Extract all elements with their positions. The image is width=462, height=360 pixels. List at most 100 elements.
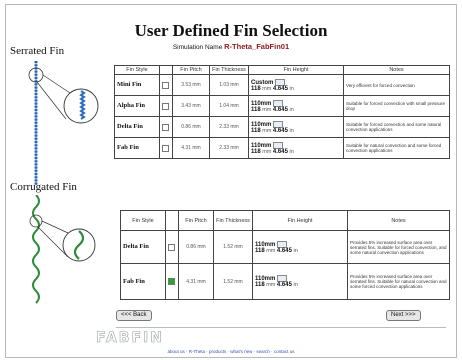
next-button[interactable]: Next >>> xyxy=(386,310,421,321)
col-fin-pitch: Fin Pitch xyxy=(178,210,214,231)
fin-pitch-value: 0.86 mm xyxy=(172,116,210,138)
page-title: User Defined Fin Selection xyxy=(134,21,328,40)
fin-height-cell: 110mm 118 mm 4.645 in xyxy=(248,116,344,138)
unit-in: in xyxy=(289,85,294,92)
fin-height-mm: 118 xyxy=(251,106,261,113)
unit-mm: mm xyxy=(262,85,272,92)
fin-height-in: 4.645 xyxy=(276,247,292,254)
fin-height-select[interactable] xyxy=(276,240,287,248)
fin-style-name: Alpha Fin xyxy=(114,95,160,117)
unit-mm: mm xyxy=(262,148,272,155)
unit-mm: mm xyxy=(266,247,276,254)
unit-in: in xyxy=(289,127,294,134)
fin-pitch-value: 0.86 mm xyxy=(178,230,214,264)
fin-height-cell: 110mm 118 mm 4.645 in xyxy=(252,230,348,264)
fin-select-cell xyxy=(165,230,179,264)
col-fin-height: Fin Height xyxy=(252,210,348,231)
fin-checkbox[interactable] xyxy=(162,123,169,131)
fin-height-in: 4.645 xyxy=(272,127,288,134)
fabfin-logo: FABFIN xyxy=(96,330,164,347)
fin-height-mm: 118 xyxy=(251,127,261,134)
col-fin-thickness: Fin Thickness xyxy=(209,65,249,75)
table-header-row: Fin Style Fin Pitch Fin Thickness Fin He… xyxy=(120,210,450,231)
table-header-row: Fin Style Fin Pitch Fin Thickness Fin He… xyxy=(114,65,450,75)
fin-checkbox[interactable] xyxy=(168,243,175,251)
unit-mm: mm xyxy=(262,127,272,134)
simulation-name-value: R-Theta_FabFin01 xyxy=(224,42,290,51)
fin-height-mm: 118 xyxy=(255,282,265,288)
serrated-fin-illustration xyxy=(28,61,99,185)
fin-notes: Suitable for forced convection with smal… xyxy=(343,95,450,117)
fin-style-name: Mini Fin xyxy=(114,74,160,96)
fin-height-mm: 118 xyxy=(251,85,261,92)
footer-links[interactable]: about us · R-Theta · products · what's n… xyxy=(6,349,456,354)
fin-height-select[interactable] xyxy=(276,275,287,282)
table-row: Delta Fin 0.86 mm 2.33 mm 110mm 118 mm 4… xyxy=(114,116,450,138)
fin-height-select[interactable] xyxy=(272,99,283,107)
table-row: Fab Fin 4.31 mm 1.52 mm 110mm 118 mm 4.6… xyxy=(120,263,450,300)
fin-height-in: 4.645 xyxy=(272,85,288,92)
fin-height-cell: 110mm 118 mm 4.645 in xyxy=(248,95,344,117)
serrated-fin-heading: Serrated Fin xyxy=(10,45,65,57)
fin-height-cell: 110mm 118 mm 4.645 in xyxy=(248,137,344,159)
fin-height-select[interactable] xyxy=(274,78,285,86)
col-notes: Notes xyxy=(343,65,450,75)
fin-pitch-value: 3.43 mm xyxy=(172,95,210,117)
fin-checkbox[interactable] xyxy=(162,144,169,152)
fin-height-in: 4.645 xyxy=(276,282,292,288)
unit-mm: mm xyxy=(266,282,276,288)
fin-style-name: Fab Fin xyxy=(114,137,160,159)
fin-pitch-value: 4.31 mm xyxy=(178,263,214,300)
fin-height-select[interactable] xyxy=(272,141,283,149)
fin-notes: Provides 5% increased surface area over … xyxy=(347,230,450,264)
table-row: Delta Fin 0.86 mm 1.52 mm 110mm 118 mm 4… xyxy=(120,230,450,264)
fin-checkbox-checked[interactable] xyxy=(168,278,175,285)
fin-height-in: 4.645 xyxy=(272,148,288,155)
fin-select-cell xyxy=(159,74,173,96)
fin-height-mm: 118 xyxy=(255,247,265,254)
col-select xyxy=(165,210,179,231)
unit-in: in xyxy=(289,106,294,113)
fin-select-cell xyxy=(159,95,173,117)
corrugated-fin-illustration xyxy=(29,195,96,304)
fin-pitch-value: 4.31 mm xyxy=(172,137,210,159)
fin-select-cell xyxy=(159,116,173,138)
fin-select-cell xyxy=(165,263,179,300)
corrugated-fin-table: Fin Style Fin Pitch Fin Thickness Fin He… xyxy=(120,210,450,300)
fin-checkbox[interactable] xyxy=(162,81,169,89)
table-row: Alpha Fin 3.43 mm 1.04 mm 110mm 118 mm 4… xyxy=(114,95,450,117)
fin-notes: Very efficient for forced convection xyxy=(343,74,450,96)
divider xyxy=(116,327,446,328)
corrugated-fin-heading: Corrugated Fin xyxy=(10,181,77,193)
fin-thickness-value: 1.52 mm xyxy=(213,263,253,300)
simulation-name-line: Simulation Name R-Theta_FabFin01 xyxy=(6,42,456,51)
fin-height-mm: 118 xyxy=(251,148,261,155)
fin-thickness-value: 2.33 mm xyxy=(209,116,249,138)
fin-pitch-value: 3.53 mm xyxy=(172,74,210,96)
simulation-name-label: Simulation Name xyxy=(172,44,223,51)
unit-in: in xyxy=(293,247,298,254)
fin-notes: Suitable for natural convection and some… xyxy=(343,137,450,159)
unit-in: in xyxy=(289,148,294,155)
fin-style-name: Fab Fin xyxy=(120,263,166,300)
page-frame: User Defined Fin Selection Simulation Na… xyxy=(5,4,457,358)
fin-style-name: Delta Fin xyxy=(120,230,166,264)
col-fin-style: Fin Style xyxy=(114,65,160,75)
col-fin-style: Fin Style xyxy=(120,210,166,231)
unit-in: in xyxy=(293,282,298,288)
fin-notes: Suitable for forced convection and some … xyxy=(343,116,450,138)
table-row: Mini Fin 3.53 mm 1.03 mm Custom 118 mm 4… xyxy=(114,74,450,96)
table-row: Fab Fin 4.31 mm 2.33 mm 110mm 118 mm 4.6… xyxy=(114,137,450,159)
serrated-fin-table: Fin Style Fin Pitch Fin Thickness Fin He… xyxy=(114,65,450,159)
col-notes: Notes xyxy=(347,210,450,231)
fin-thickness-value: 1.03 mm xyxy=(209,74,249,96)
fin-checkbox[interactable] xyxy=(162,102,169,110)
back-button[interactable]: <<< Back xyxy=(116,310,152,321)
fin-height-select[interactable] xyxy=(272,120,283,128)
fin-thickness-value: 2.33 mm xyxy=(209,137,249,159)
col-fin-height: Fin Height xyxy=(248,65,344,75)
col-fin-pitch: Fin Pitch xyxy=(172,65,210,75)
fin-thickness-value: 1.52 mm xyxy=(213,230,253,264)
fin-style-name: Delta Fin xyxy=(114,116,160,138)
fin-thickness-value: 1.04 mm xyxy=(209,95,249,117)
